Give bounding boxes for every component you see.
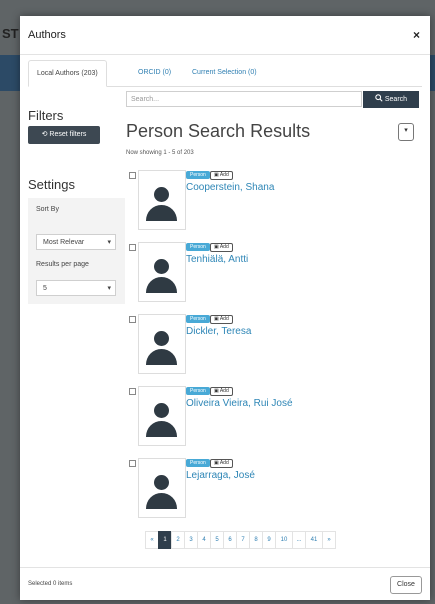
person-name-link[interactable]: Oliveira Vieira, Rui José bbox=[186, 398, 293, 409]
person-name-link[interactable]: Lejarraga, José bbox=[186, 470, 255, 481]
select-checkbox[interactable] bbox=[129, 316, 136, 323]
add-button[interactable]: ▣ Add bbox=[210, 459, 233, 468]
undo-icon: ⟲ bbox=[41, 131, 48, 138]
results-per-page-select[interactable]: 5 ▾ bbox=[36, 280, 116, 296]
list-item: Person ▣ Add Oliveira Vieira, Rui José bbox=[126, 386, 416, 450]
sort-by-select[interactable]: Most Relevar ▾ bbox=[36, 234, 116, 250]
chevron-down-icon: ▾ bbox=[107, 285, 111, 292]
select-checkbox[interactable] bbox=[129, 460, 136, 467]
backdrop-heading: ST bbox=[2, 26, 19, 41]
tab-bar: Local Authors (203) ORCID (0) Current Se… bbox=[28, 60, 422, 87]
person-name-link[interactable]: Tenhiälä, Antti bbox=[186, 254, 248, 265]
reset-filters-button[interactable]: ⟲ Reset filters bbox=[28, 126, 100, 144]
filters-heading: Filters bbox=[28, 108, 64, 123]
selected-count: Selected 0 items bbox=[28, 581, 73, 587]
page-7[interactable]: 7 bbox=[236, 531, 250, 549]
authors-modal: Authors × Local Authors (203) ORCID (0) … bbox=[20, 16, 430, 600]
list-item: Person ▣ Add Cooperstein, Shana bbox=[126, 170, 416, 234]
page-next[interactable]: » bbox=[322, 531, 336, 549]
person-badge: Person bbox=[186, 459, 210, 467]
results-per-page-label: Results per page bbox=[36, 261, 89, 268]
page-10[interactable]: 10 bbox=[275, 531, 293, 549]
page-8[interactable]: 8 bbox=[249, 531, 263, 549]
select-checkbox[interactable] bbox=[129, 172, 136, 179]
page-3[interactable]: 3 bbox=[184, 531, 198, 549]
list-item: Person ▣ Add Lejarraga, José bbox=[126, 458, 416, 522]
person-badge: Person bbox=[186, 171, 210, 179]
close-button[interactable]: Close bbox=[390, 576, 422, 594]
add-button[interactable]: ▣ Add bbox=[210, 387, 233, 396]
page-1[interactable]: 1 bbox=[158, 531, 172, 549]
reset-filters-label: Reset filters bbox=[49, 131, 87, 138]
page-4[interactable]: 4 bbox=[197, 531, 211, 549]
settings-heading: Settings bbox=[28, 177, 75, 192]
modal-title: Authors bbox=[28, 29, 66, 41]
avatar bbox=[138, 386, 186, 446]
search-icon bbox=[375, 94, 383, 102]
avatar bbox=[138, 314, 186, 374]
chevron-down-icon[interactable]: ▾ bbox=[398, 123, 414, 141]
list-item: Person ▣ Add Tenhiälä, Antti bbox=[126, 242, 416, 306]
person-name-link[interactable]: Cooperstein, Shana bbox=[186, 182, 274, 193]
modal-footer: Selected 0 items Close bbox=[20, 567, 430, 601]
page-5[interactable]: 5 bbox=[210, 531, 224, 549]
chevron-down-icon: ▾ bbox=[107, 239, 111, 246]
modal-header: Authors × bbox=[20, 16, 430, 55]
avatar bbox=[138, 242, 186, 302]
sort-by-label: Sort By bbox=[36, 206, 59, 213]
tab-orcid[interactable]: ORCID (0) bbox=[130, 60, 179, 85]
tab-current-selection[interactable]: Current Selection (0) bbox=[184, 60, 265, 85]
pagination: « 1 2 3 4 5 6 7 8 9 10 ... 41 » bbox=[145, 531, 336, 549]
add-button[interactable]: ▣ Add bbox=[210, 171, 233, 180]
list-item: Person ▣ Add Dickler, Teresa bbox=[126, 314, 416, 378]
add-button[interactable]: ▣ Add bbox=[210, 243, 233, 252]
avatar bbox=[138, 170, 186, 230]
person-badge: Person bbox=[186, 243, 210, 251]
close-icon[interactable]: × bbox=[413, 28, 420, 42]
search-button-label: Search bbox=[384, 96, 408, 103]
results-per-page-panel: Results per page 5 ▾ bbox=[28, 256, 125, 304]
select-checkbox[interactable] bbox=[129, 244, 136, 251]
page-2[interactable]: 2 bbox=[171, 531, 185, 549]
sort-by-value: Most Relevar bbox=[43, 239, 85, 246]
tab-local-authors[interactable]: Local Authors (203) bbox=[28, 60, 107, 87]
page-41[interactable]: 41 bbox=[305, 531, 323, 549]
page-prev[interactable]: « bbox=[145, 531, 159, 549]
results-per-page-value: 5 bbox=[43, 285, 47, 292]
page-9[interactable]: 9 bbox=[262, 531, 276, 549]
results-count: Now showing 1 - 5 of 203 bbox=[126, 150, 194, 156]
select-checkbox[interactable] bbox=[129, 388, 136, 395]
page-6[interactable]: 6 bbox=[223, 531, 237, 549]
person-badge: Person bbox=[186, 387, 210, 395]
person-name-link[interactable]: Dickler, Teresa bbox=[186, 326, 251, 337]
search-button[interactable]: Search bbox=[363, 91, 419, 108]
sort-by-panel: Sort By Most Relevar ▾ bbox=[28, 198, 125, 256]
results-title: Person Search Results bbox=[126, 121, 311, 141]
avatar bbox=[138, 458, 186, 518]
page-ellipsis: ... bbox=[292, 531, 306, 549]
add-button[interactable]: ▣ Add bbox=[210, 315, 233, 324]
person-badge: Person bbox=[186, 315, 210, 323]
search-input[interactable]: Search... bbox=[126, 91, 362, 107]
